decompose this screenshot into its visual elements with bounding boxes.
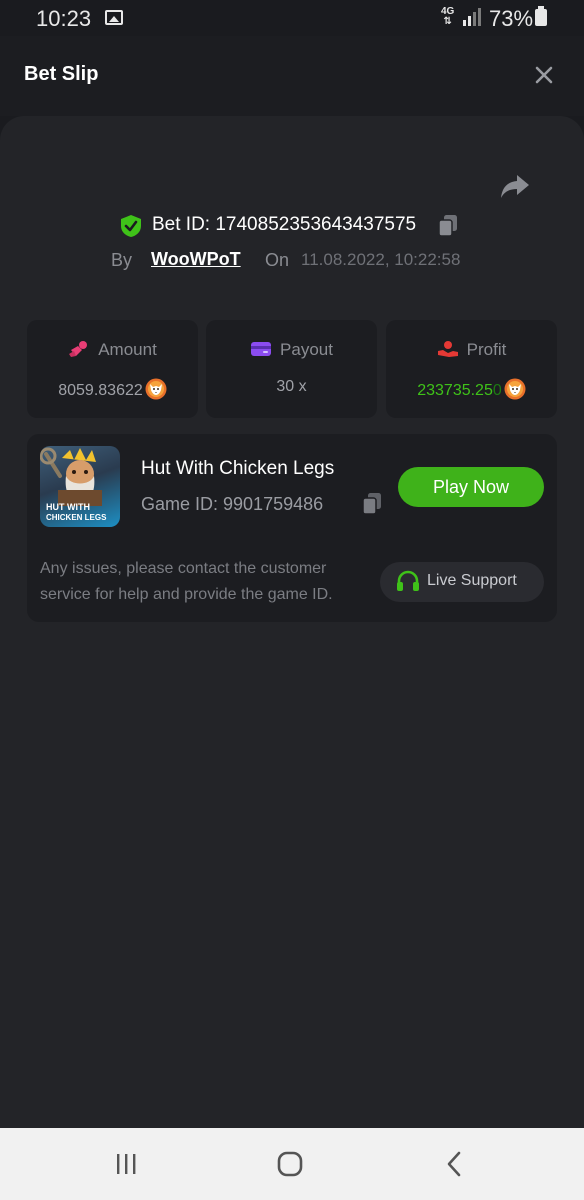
on-label: On bbox=[265, 250, 290, 270]
back-icon[interactable] bbox=[444, 1150, 464, 1178]
bet-author-row: By WooWPoT On 11.08.2022, 10:22:58 bbox=[0, 247, 584, 275]
copy-icon[interactable] bbox=[361, 492, 383, 516]
payout-card: Payout 30 x bbox=[206, 320, 377, 418]
game-id: Game ID: 9901759486 bbox=[141, 494, 324, 514]
bet-id-row: Bet ID: 1740852353643437575 bbox=[0, 212, 584, 240]
payout-header: Payout bbox=[206, 340, 377, 362]
profit-label: Profit bbox=[466, 340, 507, 359]
hand-coin-icon bbox=[437, 341, 458, 357]
username-link[interactable]: WooWPoT bbox=[151, 249, 241, 270]
copy-icon[interactable] bbox=[437, 214, 459, 238]
page-title: Bet Slip bbox=[24, 63, 99, 85]
game-art-icon: HUT WITH CHICKEN LEGS bbox=[40, 447, 107, 522]
bet-slip-header: Bet Slip bbox=[0, 36, 584, 116]
live-support-button[interactable]: Live Support bbox=[380, 562, 544, 602]
signal-icon bbox=[463, 8, 481, 26]
amount-label: Amount bbox=[98, 340, 157, 359]
payout-value: 30 x bbox=[276, 378, 307, 395]
amount-value: 8059.83622 bbox=[58, 382, 143, 399]
game-art-title-line1: HUT WITH bbox=[46, 502, 90, 512]
game-art-title-line2: CHICKEN LEGS bbox=[46, 513, 107, 522]
profit-value-tail: 0 bbox=[492, 382, 502, 399]
shiba-coin-icon bbox=[145, 378, 167, 400]
share-icon[interactable] bbox=[499, 171, 531, 201]
profit-value: 233735.25 bbox=[417, 382, 493, 399]
close-icon[interactable] bbox=[532, 63, 556, 87]
support-notice: Any issues, please contact the customer … bbox=[40, 560, 333, 603]
game-title: Hut With Chicken Legs bbox=[141, 458, 335, 479]
status-bar: 10:23 4G ⇅ 73% bbox=[0, 0, 584, 36]
gallery-icon bbox=[105, 10, 123, 25]
card-icon bbox=[251, 342, 272, 356]
bet-id: Bet ID: 1740852353643437575 bbox=[152, 214, 417, 235]
bet-datetime: 11.08.2022, 10:22:58 bbox=[301, 250, 461, 269]
bet-detail-panel: Bet ID: 1740852353643437575 By WooWPoT O… bbox=[0, 116, 584, 1128]
status-time: 10:23 bbox=[36, 6, 92, 31]
payout-label: Payout bbox=[280, 340, 333, 359]
by-label: By bbox=[111, 250, 133, 270]
profit-value-row: 233735.250 bbox=[386, 378, 557, 402]
profit-header: Profit bbox=[386, 340, 557, 362]
network-type: 4G ⇅ bbox=[441, 6, 455, 27]
play-now-button[interactable]: Play Now bbox=[398, 467, 544, 507]
profit-card: Profit 233735.250 bbox=[386, 320, 557, 418]
recent-apps-icon[interactable] bbox=[114, 1152, 138, 1176]
game-thumbnail[interactable]: HUT WITH CHICKEN LEGS bbox=[40, 446, 120, 527]
amount-value-row: 8059.83622 bbox=[27, 378, 198, 402]
shiba-coin-icon bbox=[504, 378, 526, 400]
live-support-label: Live Support bbox=[427, 572, 517, 589]
headset-icon bbox=[397, 570, 419, 591]
amount-header: Amount bbox=[27, 340, 198, 362]
coins-icon bbox=[69, 341, 88, 357]
amount-card: Amount 8059.83622 bbox=[27, 320, 198, 418]
system-nav-bar bbox=[0, 1128, 584, 1200]
home-icon[interactable] bbox=[276, 1150, 304, 1178]
battery-icon bbox=[535, 6, 547, 26]
shield-check-icon bbox=[121, 215, 141, 237]
battery-percent: 73% bbox=[489, 6, 534, 31]
game-card: HUT WITH CHICKEN LEGS Hut With Chicken L… bbox=[27, 434, 557, 622]
